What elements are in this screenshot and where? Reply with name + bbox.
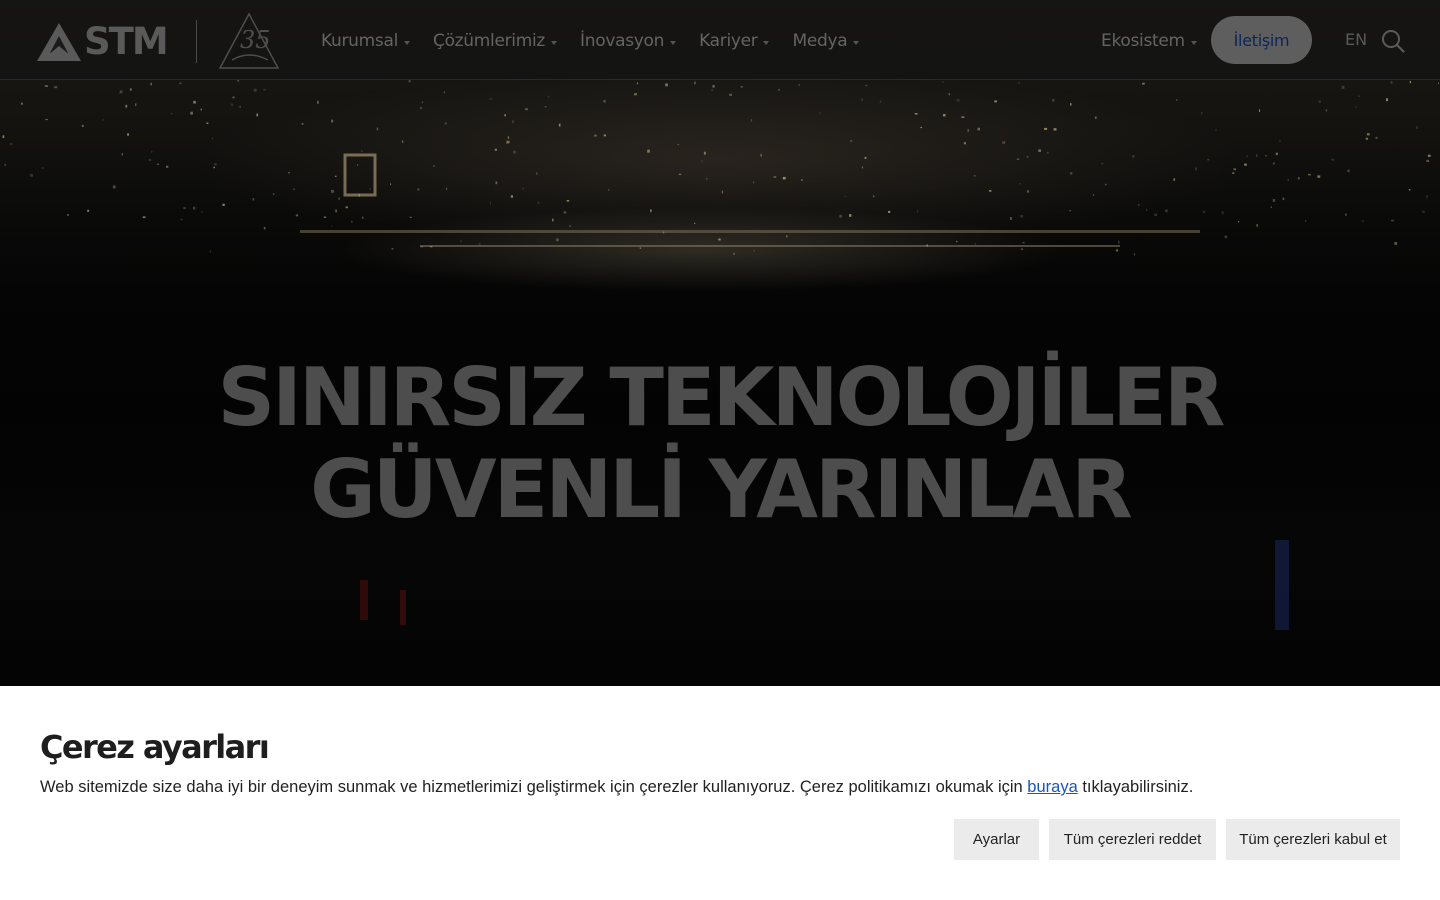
- chevron-down-icon: [404, 40, 410, 45]
- city-lights-background: [2, 80, 1439, 256]
- stm-logo[interactable]: STM: [36, 20, 169, 63]
- reject-all-cookies-button[interactable]: Tüm çerezleri reddet: [1049, 819, 1216, 860]
- chevron-down-icon: [1190, 40, 1197, 45]
- cookie-policy-link[interactable]: buraya: [1027, 778, 1077, 796]
- svg-text:35: 35: [240, 26, 271, 54]
- nav-label: Ekosistem: [1101, 31, 1185, 51]
- hero-title-line-2: GÜVENLİ YARINLAR: [310, 443, 1133, 536]
- nav-label: Kariyer: [699, 31, 758, 51]
- water-reflection: [360, 540, 1289, 630]
- cookie-text-before-link: Web sitemizde size daha iyi bir deneyim …: [40, 778, 1028, 796]
- nav-item-cozumlerimiz[interactable]: Çözümlerimiz: [433, 31, 558, 51]
- 35-year-anniversary-icon: 35: [218, 12, 280, 69]
- contact-button[interactable]: İletişim: [1211, 16, 1312, 64]
- site-header: STM 35 Kurumsal Çözümlerimiz İnovasyon K…: [0, 0, 1440, 80]
- nav-label: Medya: [792, 31, 848, 51]
- main-nav: Kurumsal Çözümlerimiz İnovasyon Kariyer …: [321, 28, 882, 54]
- nav-item-kurumsal[interactable]: Kurumsal: [321, 31, 410, 51]
- logo-divider: [196, 20, 197, 63]
- hero-section: SINIRSIZ TEKNOLOJİLER GÜVENLİ YARINLAR: [0, 0, 1440, 686]
- accept-all-cookies-button[interactable]: Tüm çerezleri kabul et: [1226, 819, 1400, 860]
- cookie-banner: Çerez ayarları Web sitemizde size daha i…: [0, 686, 1440, 900]
- nav-item-kariyer[interactable]: Kariyer: [699, 31, 770, 51]
- cookie-settings-button[interactable]: Ayarlar: [954, 819, 1039, 860]
- nav-label: İnovasyon: [580, 31, 665, 51]
- chevron-down-icon: [670, 40, 677, 45]
- language-switch[interactable]: EN: [1345, 30, 1367, 49]
- cookie-banner-title: Çerez ayarları: [40, 728, 270, 766]
- search-icon[interactable]: [1381, 29, 1405, 53]
- cookie-banner-text: Web sitemizde size daha iyi bir deneyim …: [40, 777, 1193, 797]
- stm-logo-icon: [37, 23, 81, 61]
- logo-text: STM: [84, 20, 169, 63]
- nav-label: Çözümlerimiz: [433, 31, 546, 51]
- nav-item-inovasyon[interactable]: İnovasyon: [580, 31, 677, 51]
- nav-item-ekosistem[interactable]: Ekosistem: [1101, 28, 1197, 54]
- chevron-down-icon: [763, 40, 770, 45]
- nav-label: Kurumsal: [321, 31, 398, 51]
- cookie-text-after-link: tıklayabilirsiniz.: [1077, 778, 1194, 796]
- hero-title: SINIRSIZ TEKNOLOJİLER GÜVENLİ YARINLAR: [0, 352, 1440, 536]
- nav-item-medya[interactable]: Medya: [792, 31, 860, 51]
- hero-title-line-1: SINIRSIZ TEKNOLOJİLER: [217, 351, 1225, 444]
- chevron-down-icon: [853, 40, 860, 45]
- chevron-down-icon: [551, 40, 558, 45]
